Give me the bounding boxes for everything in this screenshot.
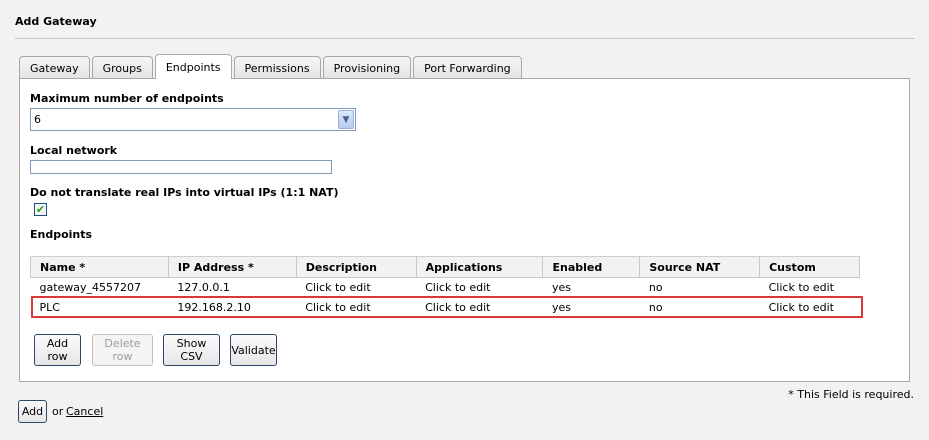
nat-label: Do not translate real IPs into virtual I… <box>30 186 339 199</box>
tab-gateway[interactable]: Gateway <box>19 56 90 79</box>
cell-description[interactable]: Click to edit <box>296 278 416 298</box>
column-header-applications[interactable]: Applications <box>415 256 544 278</box>
column-header-name[interactable]: Name * <box>30 256 169 278</box>
check-icon: ✔ <box>35 203 46 216</box>
required-field-note: * This Field is required. <box>788 388 914 401</box>
column-header-ip-address[interactable]: IP Address * <box>167 256 297 278</box>
cell-enabled[interactable]: yes <box>543 278 640 298</box>
max-endpoints-value: 6 <box>34 113 41 126</box>
max-endpoints-select[interactable]: 6 ▼ <box>30 108 356 131</box>
dialog-title: Add Gateway <box>15 15 97 28</box>
cell-name[interactable]: PLC <box>31 298 169 318</box>
local-network-input[interactable] <box>30 160 332 174</box>
local-network-label: Local network <box>30 144 118 157</box>
table-row[interactable]: gateway_4557207 127.0.0.1 Click to edit … <box>31 278 860 298</box>
tab-provisioning[interactable]: Provisioning <box>322 56 412 79</box>
column-header-description[interactable]: Description <box>295 256 417 278</box>
column-header-enabled[interactable]: Enabled <box>542 256 641 278</box>
delete-row-button[interactable]: Delete row <box>92 334 153 366</box>
tab-port-forwarding[interactable]: Port Forwarding <box>413 56 522 79</box>
cell-description[interactable]: Click to edit <box>296 298 416 318</box>
tab-permissions[interactable]: Permissions <box>233 56 321 79</box>
title-divider <box>15 38 915 39</box>
column-header-source-nat[interactable]: Source NAT <box>639 256 761 278</box>
add-row-button[interactable]: Add row <box>34 334 81 366</box>
show-csv-button[interactable]: Show CSV <box>163 334 220 366</box>
add-button[interactable]: Add <box>18 400 47 423</box>
cell-custom[interactable]: Click to edit <box>760 278 860 298</box>
cell-applications[interactable]: Click to edit <box>416 278 543 298</box>
table-header-row: Name * IP Address * Description Applicat… <box>30 256 860 278</box>
or-text: or <box>52 405 64 418</box>
tab-bar: Gateway Groups Endpoints Permissions Pro… <box>19 54 524 79</box>
nat-checkbox[interactable]: ✔ <box>34 203 47 216</box>
cell-name[interactable]: gateway_4557207 <box>31 278 169 298</box>
cell-source-nat[interactable]: no <box>640 278 760 298</box>
validate-button[interactable]: Validate <box>230 334 277 366</box>
tab-endpoints[interactable]: Endpoints <box>154 54 232 79</box>
max-endpoints-label: Maximum number of endpoints <box>30 92 224 105</box>
cell-enabled[interactable]: yes <box>543 298 640 318</box>
cell-applications[interactable]: Click to edit <box>416 298 543 318</box>
cancel-link[interactable]: Cancel <box>66 405 103 418</box>
cell-custom[interactable]: Click to edit <box>760 298 860 318</box>
column-header-custom[interactable]: Custom <box>759 256 860 278</box>
endpoints-panel: Maximum number of endpoints 6 ▼ Local ne… <box>19 78 910 382</box>
cell-ip-address[interactable]: 127.0.0.1 <box>168 278 296 298</box>
cell-source-nat[interactable]: no <box>640 298 760 318</box>
endpoints-table: Name * IP Address * Description Applicat… <box>30 256 860 318</box>
chevron-down-icon[interactable]: ▼ <box>338 110 354 129</box>
table-row[interactable]: PLC 192.168.2.10 Click to edit Click to … <box>31 298 860 318</box>
endpoints-label: Endpoints <box>30 228 93 241</box>
tab-groups[interactable]: Groups <box>91 56 153 79</box>
cell-ip-address[interactable]: 192.168.2.10 <box>168 298 296 318</box>
